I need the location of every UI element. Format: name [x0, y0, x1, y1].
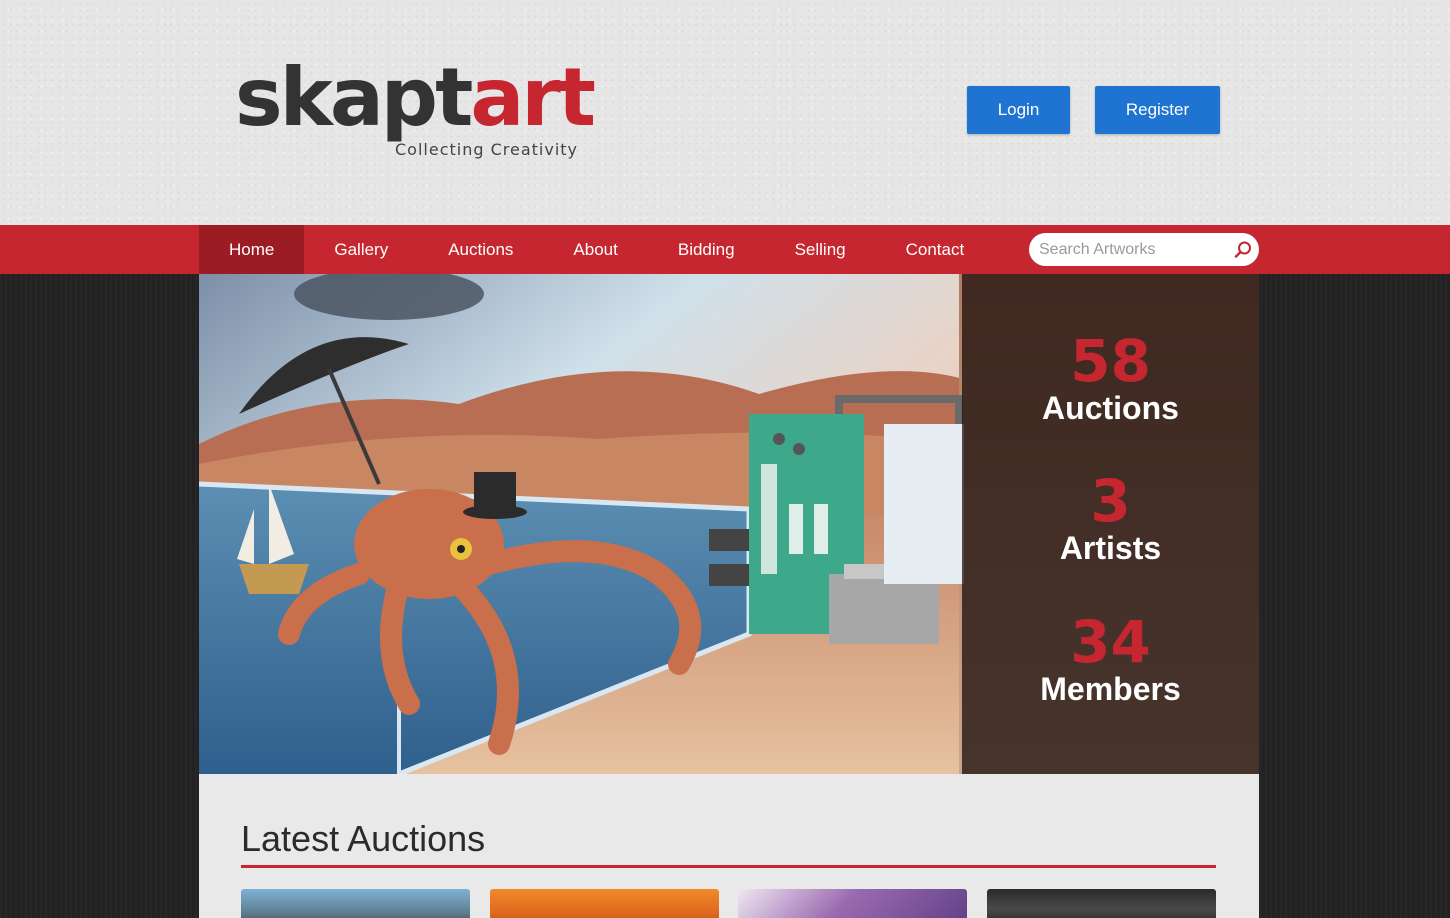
stat-label: Members — [1040, 671, 1181, 707]
nav-item-gallery[interactable]: Gallery — [304, 225, 418, 274]
nav-item-selling[interactable]: Selling — [765, 225, 876, 274]
site-stats-panel: 58 Auctions 3 Artists 34 Members — [962, 274, 1259, 774]
logo-text-skapt: skapt — [235, 51, 473, 144]
search-input[interactable] — [1039, 239, 1229, 260]
register-button[interactable]: Register — [1095, 86, 1220, 134]
stat-value: 3 — [1090, 467, 1131, 535]
nav-menu: Home Gallery Auctions About Bidding Sell… — [199, 225, 994, 274]
auction-thumbnail[interactable] — [987, 889, 1216, 918]
main-nav: Home Gallery Auctions About Bidding Sell… — [0, 225, 1450, 274]
search-box — [1029, 233, 1259, 266]
stat-value: 34 — [1070, 608, 1151, 676]
section-divider — [241, 865, 1216, 868]
nav-item-auctions[interactable]: Auctions — [418, 225, 543, 274]
logo-wordmark: skaptart — [235, 58, 596, 138]
stat-artists: 3 Artists — [962, 472, 1259, 564]
auction-thumbnail[interactable] — [490, 889, 719, 918]
stat-auctions: 58 Auctions — [962, 332, 1259, 424]
stat-members: 34 Members — [962, 613, 1259, 705]
latest-auctions-section: Latest Auctions — [199, 774, 1259, 918]
stat-label: Artists — [1059, 530, 1162, 566]
hero-banner: 58 Auctions 3 Artists 34 Members — [199, 274, 1259, 774]
logo-tagline: Collecting Creativity — [395, 140, 579, 159]
nav-item-bidding[interactable]: Bidding — [648, 225, 765, 274]
stat-label: Auctions — [1042, 390, 1179, 426]
login-button[interactable]: Login — [967, 86, 1070, 134]
site-logo[interactable]: skaptart Collecting Creativity — [235, 58, 596, 163]
auction-thumbnail[interactable] — [738, 889, 967, 918]
section-title: Latest Auctions — [241, 818, 486, 859]
search-icon[interactable] — [1233, 240, 1253, 260]
auction-thumbnail[interactable] — [241, 889, 470, 918]
stat-value: 58 — [1070, 327, 1151, 395]
site-header: skaptart Collecting Creativity Login Reg… — [0, 0, 1450, 225]
nav-item-home[interactable]: Home — [199, 225, 305, 274]
logo-text-art: art — [470, 51, 596, 144]
nav-item-about[interactable]: About — [543, 225, 647, 274]
nav-item-contact[interactable]: Contact — [876, 225, 995, 274]
